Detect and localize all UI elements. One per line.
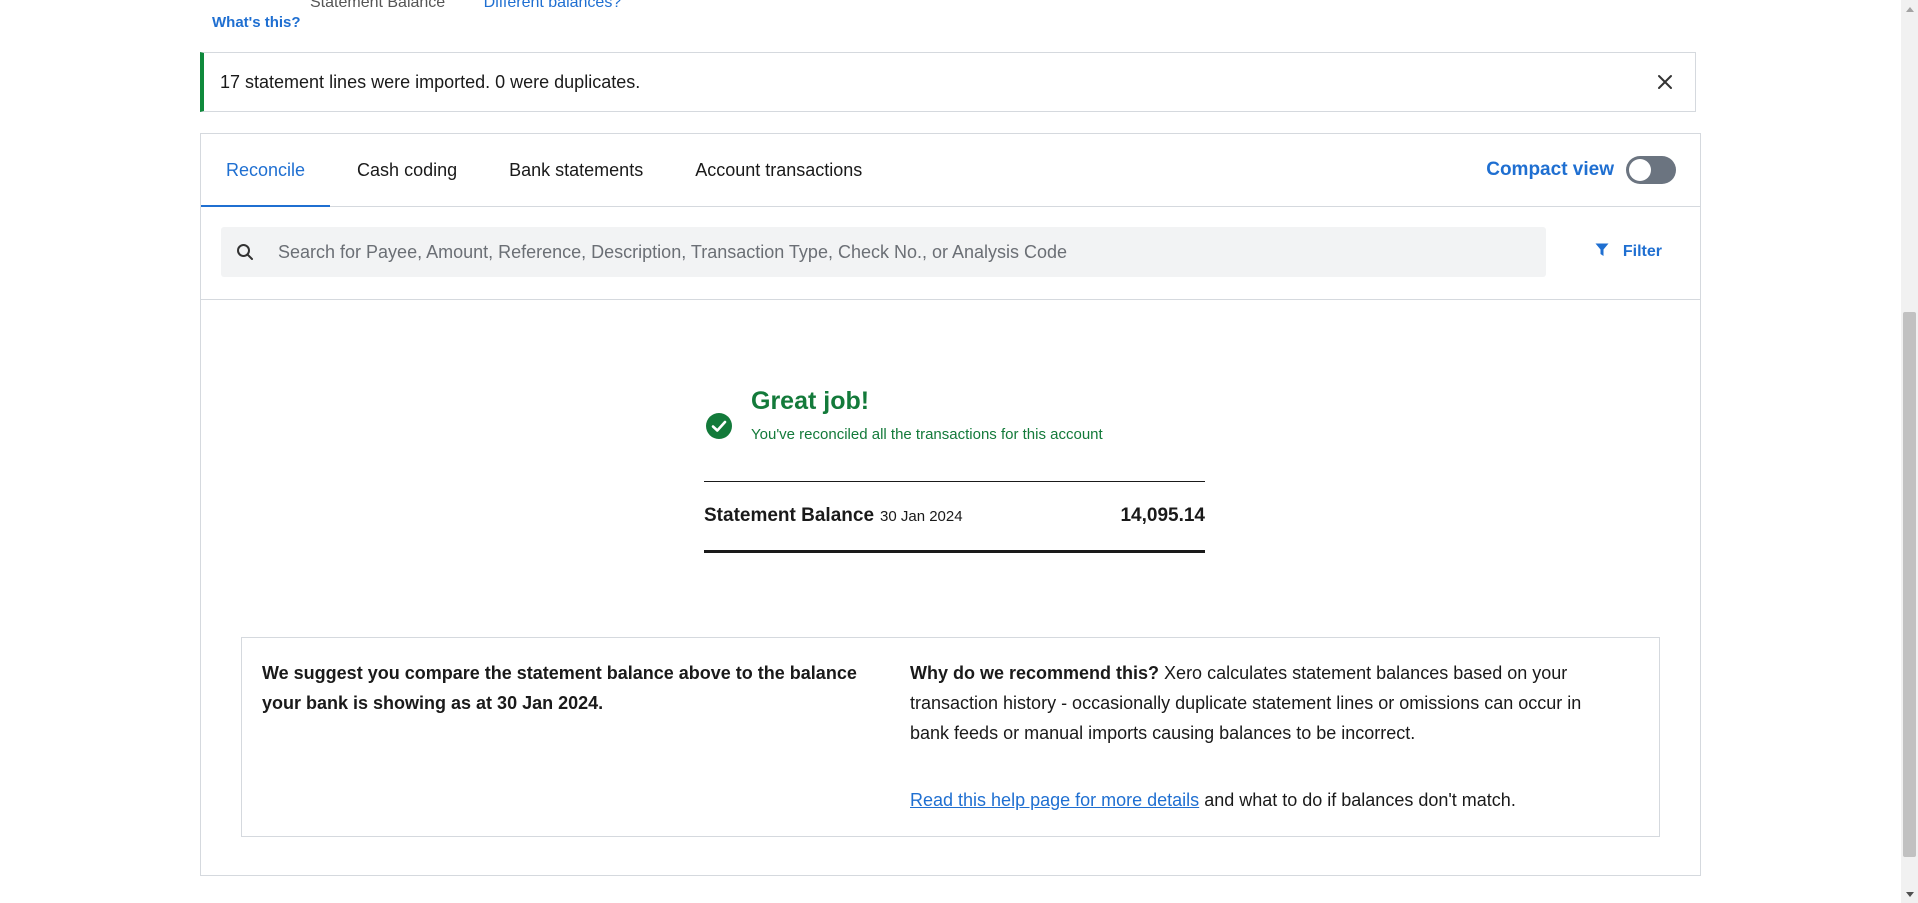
success-text: Great job! You've reconciled all the tra… [751, 386, 1103, 443]
why-recommend-paragraph: Why do we recommend this? Xero calculate… [910, 658, 1590, 748]
scroll-down-arrow-icon[interactable] [1901, 886, 1918, 903]
great-job-subtitle: You've reconciled all the transactions f… [751, 426, 1103, 443]
tab-bank-statements[interactable]: Bank statements [484, 134, 668, 206]
success-message: Great job! You've reconciled all the tra… [704, 386, 1205, 443]
why-recommend-heading: Why do we recommend this? [910, 663, 1160, 683]
scroll-up-arrow-icon[interactable] [1901, 0, 1918, 17]
tab-reconcile[interactable]: Reconcile [201, 134, 331, 207]
whats-this-link[interactable]: What's this? [212, 14, 301, 31]
filter-label: Filter [1622, 243, 1662, 260]
statement-balance-cut-label: Statement Balance [310, 0, 446, 11]
statement-balance-label: Statement Balance [704, 505, 875, 526]
top-cut-header: Statement Balance Different balances? [310, 0, 621, 12]
page-scrollbar[interactable] [1901, 0, 1918, 903]
statement-balance-date: 30 Jan 2024 [880, 508, 963, 525]
check-circle-icon [705, 412, 733, 440]
compact-view-control: Compact view [1486, 134, 1676, 206]
statement-balance-value: 14,095.14 [1120, 505, 1205, 526]
compact-view-toggle[interactable] [1626, 156, 1676, 184]
tab-cash-coding[interactable]: Cash coding [332, 134, 482, 206]
reconcile-panel: Reconcile Cash coding Bank statements Ac… [200, 133, 1701, 876]
search-icon [221, 227, 269, 277]
close-icon[interactable] [1641, 58, 1689, 106]
toggle-knob [1629, 159, 1651, 181]
banner-message: 17 statement lines were imported. 0 were… [220, 71, 641, 92]
tab-account-transactions[interactable]: Account transactions [670, 134, 887, 206]
compact-view-label[interactable]: Compact view [1486, 159, 1614, 181]
search-input[interactable] [269, 227, 1546, 277]
reconciled-summary: Great job! You've reconciled all the tra… [704, 386, 1205, 553]
statement-balance-row: Statement Balance 30 Jan 2024 14,095.14 [704, 481, 1205, 553]
suggestion-text: We suggest you compare the statement bal… [262, 663, 857, 713]
suggestion-box: We suggest you compare the statement bal… [241, 637, 1660, 837]
help-suffix: and what to do if balances don't match. [1204, 790, 1516, 810]
statement-balance-label-group: Statement Balance 30 Jan 2024 [704, 505, 963, 527]
filter-icon [1595, 243, 1609, 262]
tab-bar: Reconcile Cash coding Bank statements Ac… [201, 134, 1700, 207]
import-success-banner: 17 statement lines were imported. 0 were… [200, 52, 1696, 112]
search-box [221, 227, 1546, 277]
different-balances-link[interactable]: Different balances? [484, 0, 622, 11]
help-page-link[interactable]: Read this help page for more details [910, 790, 1199, 810]
why-recommend: Why do we recommend this? Xero calculate… [910, 658, 1590, 836]
help-line: Read this help page for more details and… [910, 785, 1590, 815]
search-row: Filter [201, 207, 1700, 300]
filter-button[interactable]: Filter [1595, 227, 1662, 277]
great-job-title: Great job! [751, 387, 870, 415]
scroll-thumb[interactable] [1903, 312, 1916, 857]
